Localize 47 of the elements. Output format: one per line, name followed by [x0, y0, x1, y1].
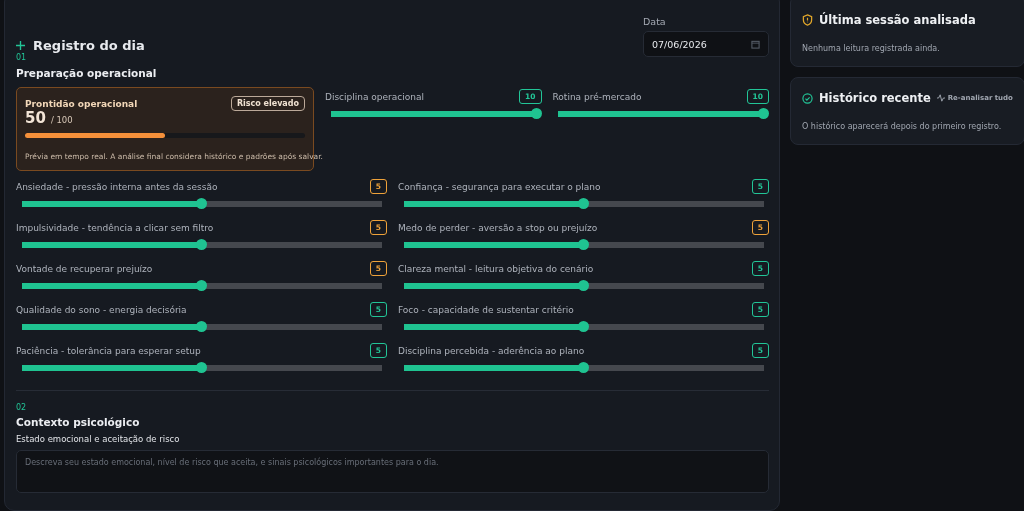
- slider-thumb[interactable]: [530, 108, 542, 119]
- slider-label: Medo de perder - aversão a stop ou prejuízo: [398, 222, 598, 233]
- date-field[interactable]: 07/06/2026: [643, 31, 769, 57]
- slider-thumb[interactable]: [578, 362, 589, 373]
- slider-label: Confiança - segurança para executar o plano: [398, 181, 601, 192]
- slider-label: Rotina pré-mercado: [552, 91, 642, 102]
- form-title: Registro do dia: [33, 38, 145, 53]
- slider-thumb[interactable]: [578, 280, 589, 291]
- pulse-icon: [936, 94, 945, 102]
- slider-label: Foco - capacidade de sustentar critério: [398, 304, 574, 315]
- score-max: / 100: [50, 115, 73, 125]
- slider-thumb[interactable]: [196, 280, 207, 291]
- card-text: Nenhuma leitura registrada ainda.: [802, 44, 940, 53]
- slider-thumb[interactable]: [196, 321, 207, 332]
- check-circle-icon: [802, 92, 813, 104]
- slider-thumb[interactable]: [758, 108, 769, 119]
- shield-icon: [802, 14, 813, 26]
- emotional-state-field[interactable]: Descreva seu estado emocional, nível de risco que aceita, e sinais psicológicos importantes para o dia.: [16, 450, 769, 493]
- slider-thumb[interactable]: [578, 239, 589, 250]
- slider-label: Disciplina operacional: [325, 91, 424, 102]
- field-label: Estado emocional e aceitação de risco: [16, 434, 181, 444]
- readiness-score: 50: [25, 109, 46, 127]
- card-title: Histórico recente: [819, 91, 931, 105]
- readiness-title: Prontidão operacional: [25, 99, 138, 109]
- slider-label: Ansiedade - pressão interna antes da sessão: [16, 181, 218, 192]
- calendar-icon[interactable]: [751, 39, 760, 49]
- section-title: Contexto psicológico: [16, 416, 141, 428]
- risk-badge: Risco elevado: [230, 96, 305, 111]
- plus-icon: [16, 41, 25, 50]
- slider-label: Vontade de recuperar prejuízo: [16, 263, 153, 274]
- slider-thumb[interactable]: [578, 321, 589, 332]
- card-title: Última sessão analisada: [819, 13, 977, 27]
- slider-label: Clareza mental - leitura objetiva do cenário: [398, 263, 594, 274]
- section-number: 02: [16, 403, 28, 412]
- slider-thumb[interactable]: [196, 198, 207, 209]
- date-value: 07/06/2026: [652, 38, 707, 50]
- slider-label: Impulsividade - tendência a clicar sem filtro: [16, 222, 214, 233]
- date-label: Data: [643, 16, 667, 27]
- slider-thumb[interactable]: [578, 198, 589, 209]
- slider-label: Qualidade do sono - energia decisória: [16, 304, 187, 315]
- section-title: Preparação operacional: [16, 67, 158, 79]
- slider-label: Disciplina percebida - aderência ao plano: [398, 345, 585, 356]
- section-number: 01: [16, 53, 28, 62]
- slider-thumb[interactable]: [196, 239, 207, 250]
- card-text: O histórico aparecerá depois do primeiro registro.: [802, 122, 1002, 131]
- slider-label: Paciência - tolerância para esperar setup: [16, 345, 201, 356]
- slider-thumb[interactable]: [196, 362, 207, 373]
